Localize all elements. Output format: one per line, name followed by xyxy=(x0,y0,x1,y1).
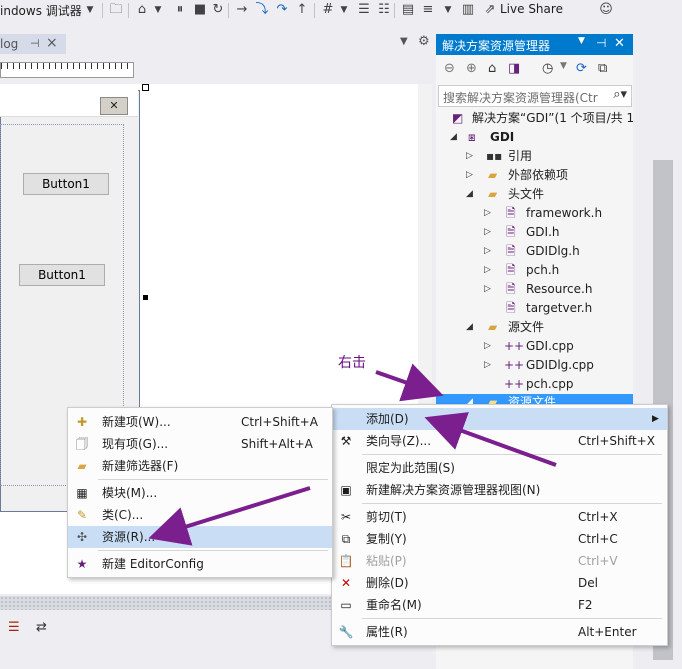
annotation-arrows xyxy=(148,363,557,546)
annotation-arrow xyxy=(375,363,444,402)
annotation-arrow xyxy=(148,486,311,546)
annotation-arrow xyxy=(424,412,557,467)
